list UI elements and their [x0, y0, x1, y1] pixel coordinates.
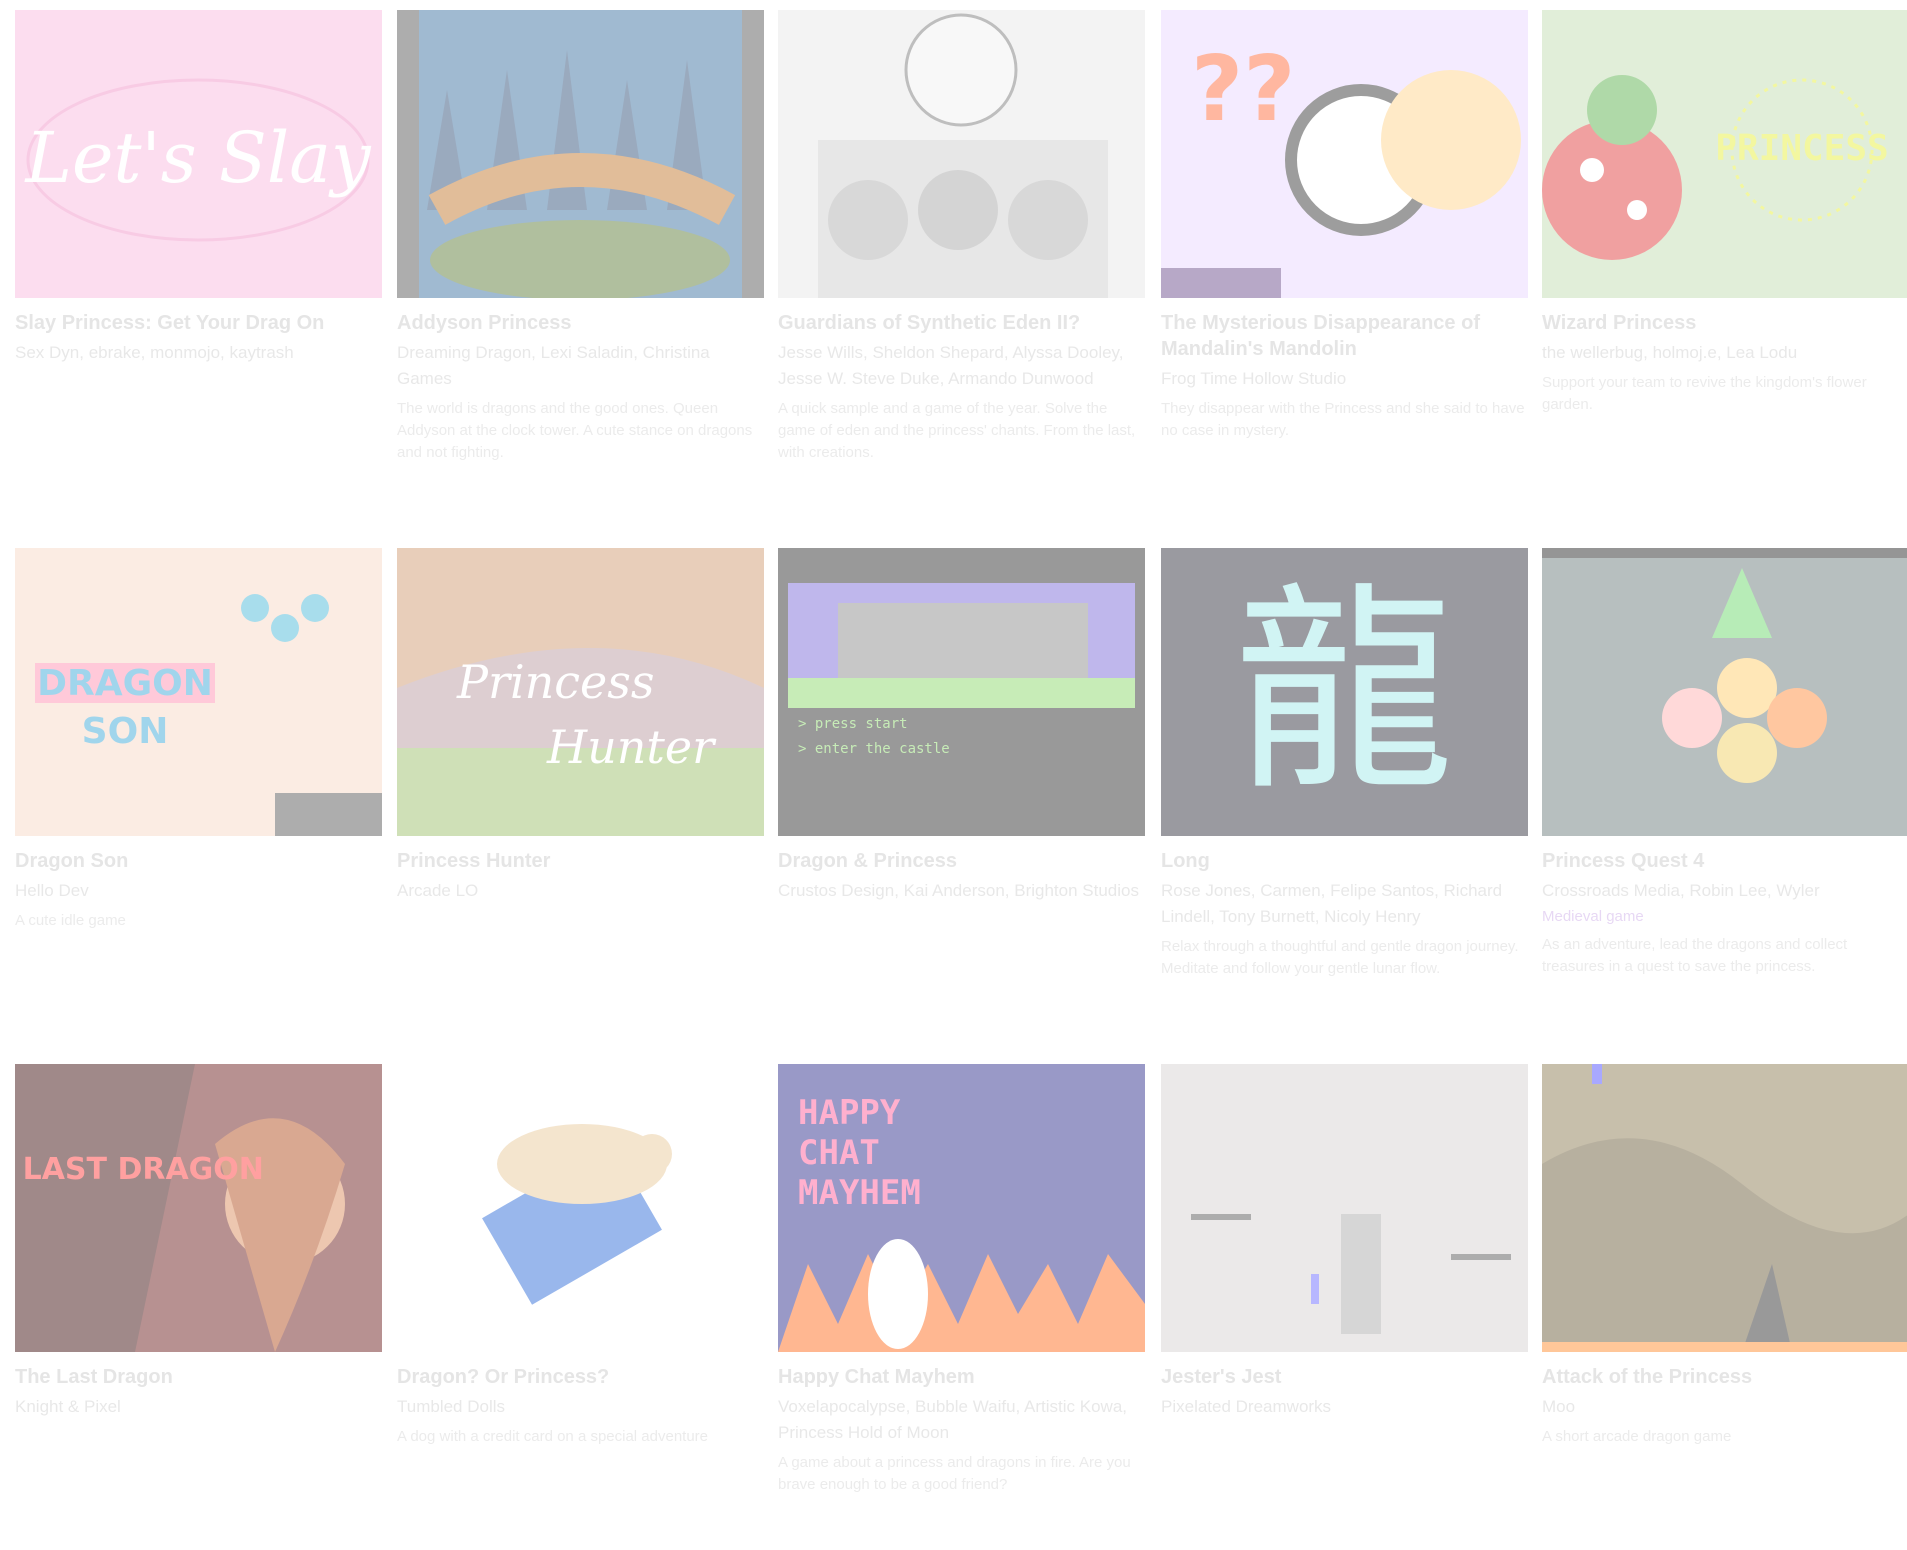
game-author-link[interactable]: Arcade LO: [397, 878, 764, 904]
game-author-link[interactable]: Knight & Pixel: [15, 1394, 382, 1420]
game-author-link[interactable]: Rose Jones, Carmen, Felipe Santos, Richa…: [1161, 878, 1528, 930]
game-card[interactable]: Attack of the Princess Moo A short arcade …: [1542, 1064, 1907, 1448]
game-card[interactable]: Princess Quest 4 Crossroads Media, Robin …: [1542, 548, 1907, 978]
game-card[interactable]: Jester's Jest Pixelated Dreamworks: [1161, 1064, 1528, 1420]
game-card[interactable]: Princess Hunter Princess Hunter Arcade LO: [397, 548, 764, 904]
game-card[interactable]: > press start > enter the castle Dragon & …: [778, 548, 1145, 904]
game-card[interactable]: Let's Slay Slay Princess: Get Your Drag O…: [15, 10, 382, 366]
game-card[interactable]: Addyson Princess Dreaming Dragon, Lexi Sa…: [397, 10, 764, 464]
svg-text:HAPPY: HAPPY: [798, 1093, 901, 1133]
game-description: A quick sample and a game of the year. S…: [778, 400, 1136, 461]
game-author-link[interactable]: Tumbled Dolls: [397, 1394, 764, 1420]
svg-text:> enter the castle: > enter the castle: [798, 741, 950, 757]
game-title-link[interactable]: The Last Dragon: [15, 1364, 382, 1390]
game-author-link[interactable]: Moo: [1542, 1394, 1907, 1420]
game-author-link[interactable]: Hello Dev: [15, 878, 382, 904]
game-thumbnail[interactable]: Princess Hunter: [397, 548, 764, 836]
game-thumbnail[interactable]: THE LAST DRAGON: [15, 1064, 382, 1352]
game-title-link[interactable]: Wizard Princess: [1542, 310, 1907, 336]
game-author-link[interactable]: the wellerbug, holmoj.e, Lea Lodu: [1542, 340, 1907, 366]
game-description: A cute idle game: [15, 912, 126, 929]
game-title-link[interactable]: Jester's Jest: [1161, 1364, 1528, 1390]
game-description: A short arcade dragon game: [1542, 1428, 1732, 1445]
game-description: A dog with a credit card on a special ad…: [397, 1428, 709, 1445]
game-title-link[interactable]: Princess Hunter: [397, 848, 764, 874]
game-author-link[interactable]: Crustos Design, Kai Anderson, Brighton S…: [778, 878, 1145, 904]
game-description: As an adventure, lead the dragons and co…: [1542, 936, 1848, 975]
game-grid: Let's Slay Slay Princess: Get Your Drag O…: [0, 0, 1907, 1550]
game-thumbnail[interactable]: [1161, 1064, 1528, 1352]
game-description: They disappear with the Princess and she…: [1161, 400, 1525, 439]
game-thumbnail[interactable]: [397, 10, 764, 298]
svg-text:CHAT: CHAT: [798, 1133, 880, 1173]
game-title-link[interactable]: The Mysterious Disappearance of Mandalin…: [1161, 310, 1528, 362]
game-card[interactable]: Dragon? Or Princess? Tumbled Dolls A dog w…: [397, 1064, 764, 1448]
svg-text:Princess: Princess: [456, 655, 654, 709]
game-card[interactable]: DRAGON SON Dragon Son Hello Dev A cute idle …: [15, 548, 382, 932]
game-author-link[interactable]: Dreaming Dragon, Lexi Saladin, Christina…: [397, 340, 764, 392]
game-author-link[interactable]: Sex Dyn, ebrake, monmojo, kaytrash: [15, 340, 382, 366]
game-card[interactable]: Guardians of Synthetic Eden II? Jesse Wil…: [778, 10, 1145, 464]
game-thumbnail[interactable]: 龍: [1161, 548, 1528, 836]
game-title-link[interactable]: Attack of the Princess: [1542, 1364, 1907, 1390]
game-description: Support your team to revive the kingdom'…: [1542, 374, 1867, 413]
svg-text:Let's Slay: Let's Slay: [23, 117, 372, 199]
game-title-link[interactable]: Addyson Princess: [397, 310, 764, 336]
game-description: A game about a princess and dragons in f…: [778, 1454, 1131, 1493]
game-thumbnail[interactable]: [1542, 1064, 1907, 1352]
game-author-link[interactable]: Voxelapocalypse, Bubble Waifu, Artistic …: [778, 1394, 1145, 1446]
game-description: Relax through a thoughtful and gentle dr…: [1161, 938, 1519, 977]
game-card[interactable]: THE LAST DRAGON The Last Dragon Knight & P…: [15, 1064, 382, 1420]
game-description: The world is dragons and the good ones. …: [397, 400, 753, 461]
svg-text:> press start: > press start: [798, 716, 908, 732]
game-thumbnail[interactable]: > press start > enter the castle: [778, 548, 1145, 836]
game-author-link[interactable]: Jesse Wills, Sheldon Shepard, Alyssa Doo…: [778, 340, 1145, 392]
svg-text:??: ??: [1191, 37, 1295, 142]
game-thumbnail[interactable]: HAPPY CHAT MAYHEM: [778, 1064, 1145, 1352]
game-title-link[interactable]: Long: [1161, 848, 1528, 874]
game-card[interactable]: PRINCESS Wizard Princess the wellerbug, ho…: [1542, 10, 1907, 416]
game-title-link[interactable]: Guardians of Synthetic Eden II?: [778, 310, 1145, 336]
svg-text:MAYHEM: MAYHEM: [798, 1173, 921, 1213]
game-title-link[interactable]: Happy Chat Mayhem: [778, 1364, 1145, 1390]
svg-text:龍: 龍: [1234, 564, 1454, 820]
game-author-link[interactable]: Frog Time Hollow Studio: [1161, 366, 1528, 392]
game-thumbnail[interactable]: [778, 10, 1145, 298]
game-title-link[interactable]: Dragon? Or Princess?: [397, 1364, 764, 1390]
game-genre-tag[interactable]: Medieval game: [1542, 906, 1907, 928]
game-card[interactable]: ?? The Mysterious Disappearance of Mandal…: [1161, 10, 1528, 442]
game-card[interactable]: 龍 Long Rose Jones, Carmen, Felipe Santos, …: [1161, 548, 1528, 980]
svg-text:SON: SON: [82, 711, 169, 752]
game-thumbnail[interactable]: [1542, 548, 1907, 836]
game-thumbnail[interactable]: [397, 1064, 764, 1352]
svg-text:DRAGON: DRAGON: [37, 663, 213, 704]
game-thumbnail[interactable]: ??: [1161, 10, 1528, 298]
game-thumbnail[interactable]: PRINCESS: [1542, 10, 1907, 298]
game-title-link[interactable]: Dragon & Princess: [778, 848, 1145, 874]
game-thumbnail[interactable]: DRAGON SON: [15, 548, 382, 836]
svg-text:PRINCESS: PRINCESS: [1715, 128, 1888, 169]
game-thumbnail[interactable]: Let's Slay: [15, 10, 382, 298]
game-title-link[interactable]: Princess Quest 4: [1542, 848, 1907, 874]
game-author-link[interactable]: Pixelated Dreamworks: [1161, 1394, 1528, 1420]
game-title-link[interactable]: Dragon Son: [15, 848, 382, 874]
svg-text:Hunter: Hunter: [546, 720, 717, 774]
game-author-link[interactable]: Crossroads Media, Robin Lee, Wyler: [1542, 878, 1907, 904]
svg-text:THE LAST DRAGON: THE LAST DRAGON: [15, 1152, 264, 1187]
game-card[interactable]: HAPPY CHAT MAYHEM Happy Chat Mayhem Voxelapo…: [778, 1064, 1145, 1496]
game-title-link[interactable]: Slay Princess: Get Your Drag On: [15, 310, 382, 336]
